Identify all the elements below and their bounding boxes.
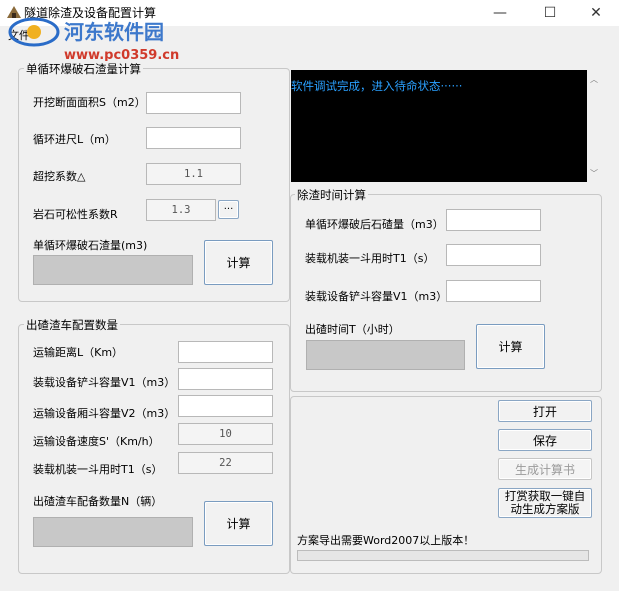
scroll-up-icon[interactable]: ︿ xyxy=(590,74,598,85)
time-result-display xyxy=(306,340,465,370)
rock-input[interactable] xyxy=(446,209,541,231)
blast-result-display xyxy=(33,255,193,285)
watermark-name: 河东软件园 xyxy=(64,20,164,44)
minimize-button[interactable]: — xyxy=(477,0,523,26)
group-trucks-title: 出碴渣车配置数量 xyxy=(24,317,120,333)
truck-speed-input[interactable]: 10 xyxy=(178,423,273,445)
truck-result-display xyxy=(33,517,193,547)
truck-result-label: 出碴渣车配备数量N（辆） xyxy=(33,495,163,508)
truck-calc-button[interactable]: 计算 xyxy=(204,501,273,546)
time-result-label: 出碴时间T（小时） xyxy=(305,323,400,336)
group-blast-title: 单循环爆破石渣量计算 xyxy=(24,61,143,77)
loose-input[interactable]: 1.3 xyxy=(146,199,216,221)
group-time-title: 除渣时间计算 xyxy=(295,187,368,203)
generate-report-button[interactable]: 生成计算书 xyxy=(498,458,592,480)
overbreak-label: 超挖系数△ xyxy=(33,170,86,183)
loose-label: 岩石可松性系数R xyxy=(33,208,118,221)
truck-bucket-input[interactable] xyxy=(178,368,273,390)
advance-input[interactable] xyxy=(146,127,241,149)
load-time-input[interactable] xyxy=(446,244,541,266)
distance-input[interactable] xyxy=(178,341,273,363)
open-button[interactable]: 打开 xyxy=(498,400,592,422)
console-output: 软件调试完成，进入待命状态······ xyxy=(291,70,587,182)
word-version-note: 方案导出需要Word2007以上版本！ xyxy=(297,534,475,547)
loader-bucket-input[interactable] xyxy=(446,280,541,302)
truck-box-input[interactable] xyxy=(178,395,273,417)
truck-time-label: 装载机装一斗用时T1（s） xyxy=(33,463,163,476)
advance-label: 循环进尺L（m） xyxy=(33,133,116,146)
truck-box-label: 运输设备厢斗容量V2（m3） xyxy=(33,407,176,420)
watermark-logo-icon xyxy=(8,17,60,47)
scroll-down-icon[interactable]: ﹀ xyxy=(590,168,598,179)
blast-result-label: 单循环爆破石渣量(m3) xyxy=(33,239,148,252)
maximize-button[interactable]: ☐ xyxy=(527,0,573,26)
donate-auto-generate-button[interactable]: 打赏获取一键自 动生成方案版 xyxy=(498,488,592,518)
area-input[interactable] xyxy=(146,92,241,114)
distance-label: 运输距离L（Km） xyxy=(33,346,124,359)
loader-bucket-label: 装载设备铲斗容量V1（m3） xyxy=(305,290,448,303)
loose-picker-button[interactable]: ··· xyxy=(218,200,239,219)
export-progress-bar xyxy=(297,550,589,561)
overbreak-input[interactable]: 1.1 xyxy=(146,163,241,185)
console-message: 软件调试完成，进入待命状态······ xyxy=(291,79,463,93)
load-time-label: 装载机装一斗用时T1（s） xyxy=(305,252,435,265)
blast-calc-button[interactable]: 计算 xyxy=(204,240,273,285)
donate-line2: 动生成方案版 xyxy=(510,502,580,516)
area-label: 开挖断面面积S（m2） xyxy=(33,96,146,109)
truck-time-input[interactable]: 22 xyxy=(178,452,273,474)
console-scrollbar[interactable]: ︿ ﹀ xyxy=(587,70,602,182)
close-button[interactable]: ✕ xyxy=(573,0,619,26)
rock-label: 单循环爆破后石碴量（m3） xyxy=(305,218,444,231)
truck-bucket-label: 装载设备铲斗容量V1（m3） xyxy=(33,376,176,389)
truck-speed-label: 运输设备速度S'（Km/h） xyxy=(33,435,160,448)
save-button[interactable]: 保存 xyxy=(498,429,592,451)
time-calc-button[interactable]: 计算 xyxy=(476,324,545,369)
